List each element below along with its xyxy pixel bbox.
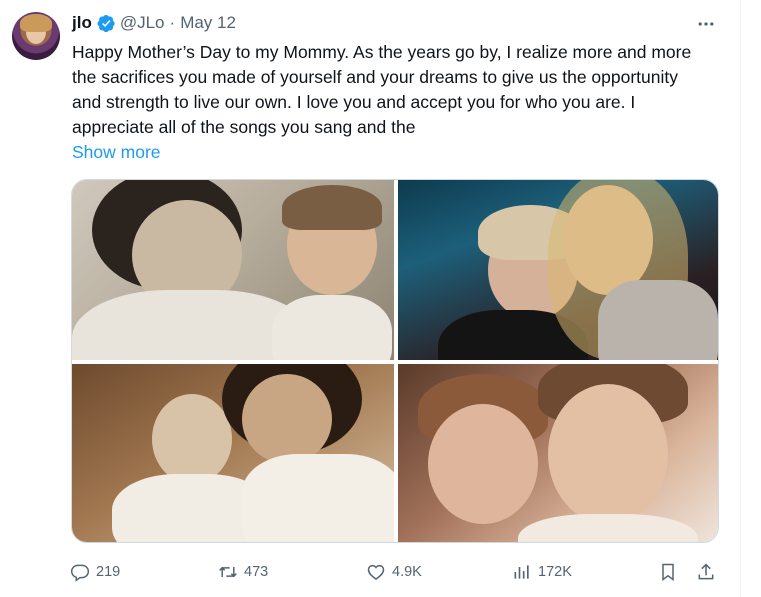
photo-1[interactable] [72, 180, 394, 360]
avatar[interactable] [12, 12, 60, 60]
reply-icon [70, 564, 90, 582]
separator-dot: · [169, 13, 176, 32]
bookmark-icon [662, 563, 674, 581]
reply-count: 219 [96, 564, 121, 580]
views-icon [514, 565, 529, 579]
reply-button[interactable]: 219 [70, 560, 120, 584]
share-button[interactable] [696, 560, 722, 584]
views-button[interactable]: 172K [512, 560, 572, 584]
share-icon [698, 563, 714, 580]
author-name[interactable]: jlo [72, 13, 92, 33]
tweet-date[interactable]: May 12 [180, 13, 236, 33]
photo-2[interactable] [398, 180, 718, 360]
tweet-actions: 219 473 4.9K 172K [70, 560, 720, 584]
like-count: 4.9K [392, 564, 422, 580]
author-handle[interactable]: @JLo [120, 13, 165, 33]
photo-4[interactable] [398, 364, 718, 542]
like-button[interactable]: 4.9K [366, 560, 422, 584]
retweet-button[interactable]: 473 [218, 560, 268, 584]
bookmark-button[interactable] [658, 560, 684, 584]
media-grid [71, 179, 719, 543]
show-more-link[interactable]: Show more [72, 140, 161, 165]
views-count: 172K [538, 564, 572, 580]
retweet-icon [219, 566, 237, 578]
retweet-count: 473 [244, 564, 269, 580]
tweet-text: Happy Mother’s Day to my Mommy. As the y… [72, 42, 692, 137]
like-icon [367, 564, 385, 580]
more-icon[interactable] [692, 12, 720, 36]
verified-badge-icon [97, 14, 116, 33]
photo-3[interactable] [72, 364, 394, 542]
tweet-header: jlo @JLo · May 12 [72, 12, 236, 34]
timeline-border [740, 0, 741, 597]
